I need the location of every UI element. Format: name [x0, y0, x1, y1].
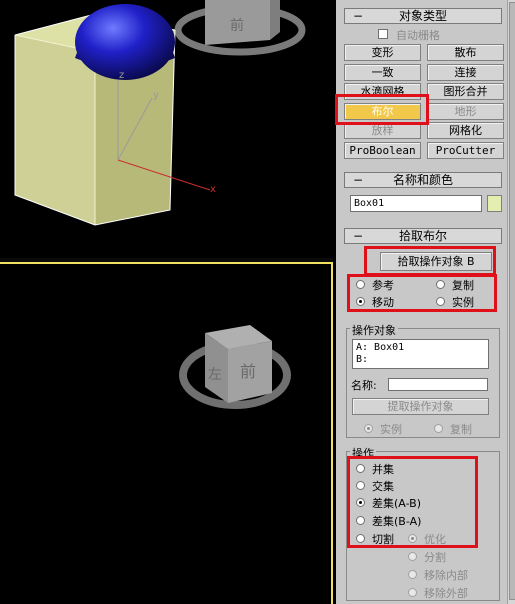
active-viewport-border-right	[331, 262, 333, 604]
radio-remove-outside[interactable]	[408, 588, 417, 597]
active-viewport-border	[0, 262, 333, 264]
viewport-bottom-scene: 前 左	[179, 325, 291, 409]
conform-button[interactable]: 一致	[344, 64, 421, 81]
terrain-button[interactable]: 地形	[427, 103, 504, 120]
rollout-title: 对象类型	[398, 9, 447, 23]
mesher-button[interactable]: 网格化	[427, 122, 504, 139]
radio-extract-copy[interactable]	[434, 424, 443, 433]
radio-remove-inside[interactable]	[408, 570, 417, 579]
highlight-operation	[347, 456, 478, 548]
operand-name-input[interactable]	[388, 378, 488, 391]
panel-scrollbar[interactable]	[507, 0, 515, 604]
operands-list[interactable]: A: Box01 B:	[352, 339, 489, 369]
axis-y-label: y	[153, 90, 159, 101]
collapse-icon: −	[353, 173, 364, 187]
morph-button[interactable]: 变形	[344, 44, 421, 61]
highlight-pick-operand	[364, 246, 496, 276]
view-cube-gizmo-large[interactable]: 前 左	[179, 325, 291, 409]
extract-operand-button[interactable]: 提取操作对象	[352, 398, 489, 415]
view-cube-gizmo[interactable]: 前	[174, 0, 306, 56]
operand-b[interactable]: B:	[356, 354, 485, 366]
axis-z-label: z	[119, 70, 124, 81]
highlight-move-mode	[347, 274, 497, 312]
rollout-name-color[interactable]: − 名称和颜色	[344, 172, 502, 188]
highlight-boolean	[335, 94, 429, 125]
cube-front-label: 前	[240, 362, 256, 381]
operand-a[interactable]: A: Box01	[356, 342, 485, 354]
axis-x-label: x	[210, 184, 216, 195]
operands-title: 操作对象	[350, 322, 398, 338]
object-name-input[interactable]: Box01	[350, 195, 482, 212]
color-swatch[interactable]	[487, 195, 502, 212]
procutter-button[interactable]: ProCutter	[427, 142, 504, 159]
connect-button[interactable]: 连接	[427, 64, 504, 81]
rollout-title: 名称和颜色	[392, 173, 453, 187]
sphere-object[interactable]	[75, 4, 175, 80]
label-remove-inside: 移除内部	[424, 569, 468, 582]
scatter-button[interactable]: 散布	[427, 44, 504, 61]
cube-left-label: 左	[208, 367, 222, 383]
viewport-top-scene: 前 z y x	[14, 0, 306, 226]
label-split: 分割	[424, 551, 446, 564]
proboolean-button[interactable]: ProBoolean	[344, 142, 421, 159]
command-panel: − 对象类型 自动栅格 变形 散布 一致 连接 水滴网格 图形合并 布尔 地形 …	[335, 0, 507, 604]
scrollbar-thumb[interactable]	[509, 2, 515, 600]
radio-extract-instance[interactable]	[364, 424, 373, 433]
rollout-pick-boolean[interactable]: − 拾取布尔	[344, 228, 502, 244]
rollout-title: 拾取布尔	[398, 229, 447, 243]
rollout-object-type[interactable]: − 对象类型	[344, 8, 502, 24]
shapemerge-button[interactable]: 图形合并	[427, 83, 504, 100]
operand-name-label: 名称:	[351, 379, 377, 392]
collapse-icon: −	[353, 229, 364, 243]
viewport-top[interactable]: 前 z y x	[0, 0, 333, 258]
auto-grid-label: 自动栅格	[396, 29, 440, 42]
viewport-bottom[interactable]: 前 左	[0, 263, 333, 604]
label-extract-copy: 复制	[450, 423, 472, 436]
radio-split[interactable]	[408, 552, 417, 561]
label-extract-instance: 实例	[380, 423, 402, 436]
label-remove-outside: 移除外部	[424, 587, 468, 600]
auto-grid-checkbox[interactable]	[378, 29, 388, 39]
collapse-icon: −	[353, 9, 364, 23]
view-cube-face-label: 前	[230, 17, 244, 34]
